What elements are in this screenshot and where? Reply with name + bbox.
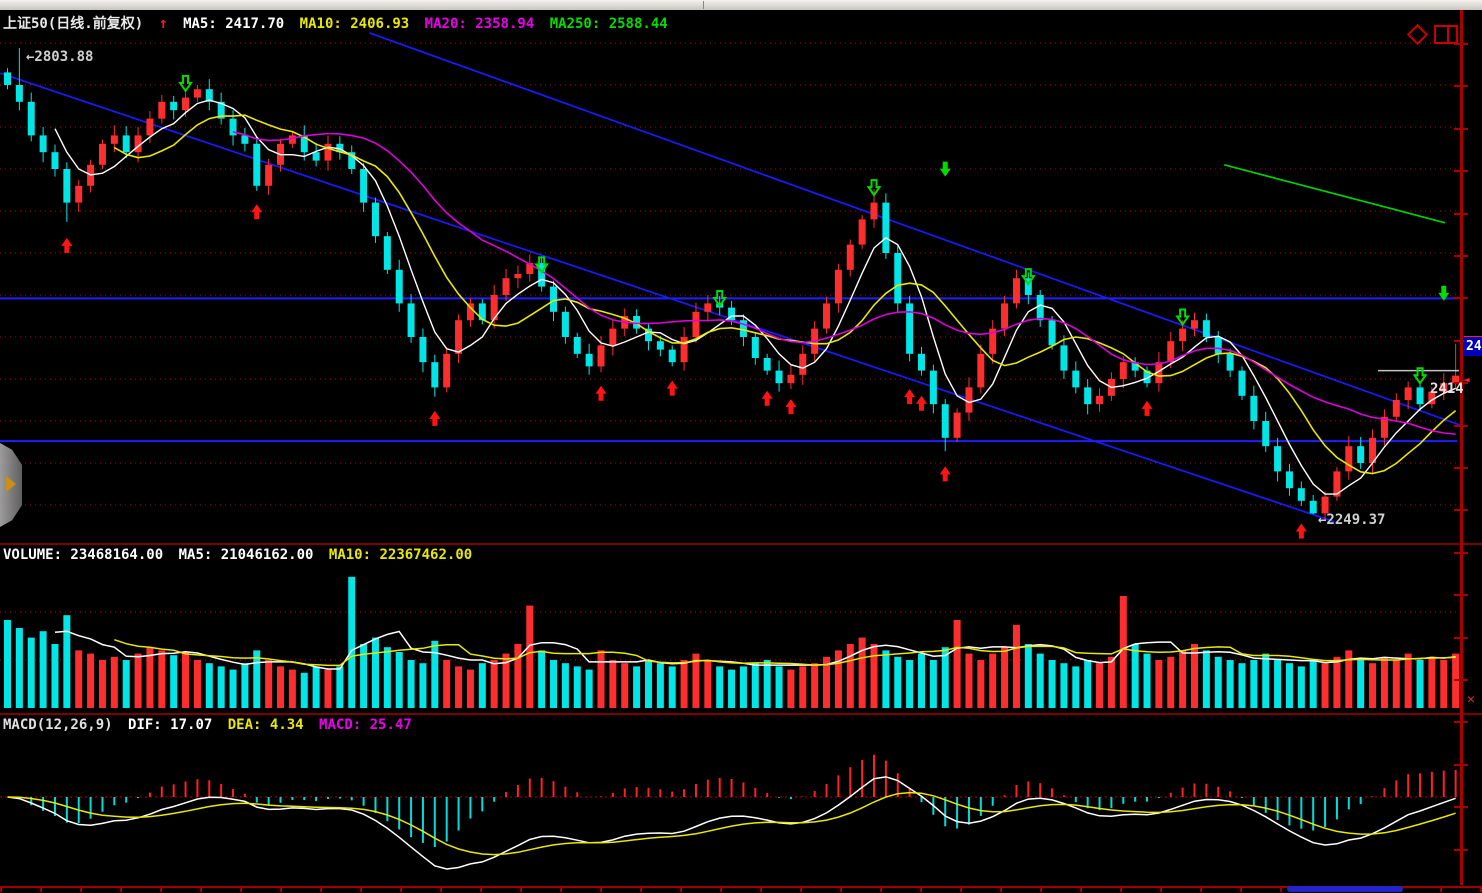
price-axis-tick (1454, 85, 1468, 87)
ma10-readout: MA10: 2406.93 (300, 16, 410, 32)
price-axis-tick (1454, 764, 1468, 766)
volume-readout: VOLUME: 23468164.00 (3, 547, 163, 563)
last-price-label: 2414 (1430, 381, 1464, 397)
strip-divider (703, 1, 704, 9)
price-axis-tick (1454, 213, 1468, 215)
close-indicator-icon[interactable]: ✕ (1467, 692, 1475, 707)
volume-ma5-readout: MA5: 21046162.00 (179, 547, 314, 563)
diamond-marker-icon[interactable] (1407, 24, 1428, 45)
instrument-title[interactable]: 上证50(日线.前复权) (3, 16, 143, 32)
price-axis-tick (1454, 679, 1468, 681)
price-axis-tick (1454, 509, 1468, 511)
expand-triangle-icon (6, 476, 16, 492)
ma5-readout: MA5: 2417.70 (183, 16, 284, 32)
low-price-label: ←2249.37 (1318, 512, 1385, 528)
main-chart-pane[interactable]: 上证50(日线.前复权) ↑ MA5: 2417.70 MA10: 2406.9… (0, 10, 1482, 543)
macd-pane[interactable]: MACD(12,26,9) DIF: 17.07 DEA: 4.34 MACD:… (0, 713, 1482, 885)
macd-readout: MACD: 25.47 (319, 717, 412, 733)
volume-canvas[interactable] (0, 547, 1482, 715)
dea-readout: DEA: 4.34 (228, 717, 304, 733)
main-chart-header: 上证50(日线.前复权) ↑ MA5: 2417.70 MA10: 2406.9… (3, 13, 675, 33)
volume-pane[interactable]: VOLUME: 23468164.00 MA5: 21046162.00 MA1… (0, 543, 1482, 713)
price-axis-tick (1454, 297, 1468, 299)
axis-pointer-icon: ◄ (1463, 373, 1470, 386)
scrollbar-thumb[interactable] (1287, 886, 1403, 892)
price-axis-tick (1454, 128, 1468, 130)
price-axis-tick (1454, 721, 1468, 723)
price-axis-tick (1454, 467, 1468, 469)
price-axis-tick (1454, 806, 1468, 808)
price-axis-tick (1454, 594, 1468, 596)
price-axis-tick (1454, 170, 1468, 172)
macd-header: MACD(12,26,9) DIF: 17.07 DEA: 4.34 MACD:… (3, 717, 419, 733)
up-arrow-icon: ↑ (159, 14, 168, 32)
macd-canvas[interactable] (0, 717, 1482, 887)
price-axis-tick (1454, 637, 1468, 639)
price-axis-tick (1454, 849, 1468, 851)
dif-readout: DIF: 17.07 (128, 717, 212, 733)
ma250-readout: MA250: 2588.44 (550, 16, 668, 32)
ma20-readout: MA20: 2358.94 (425, 16, 535, 32)
price-axis-badge: 24 (1464, 336, 1482, 356)
stock-app-screen: 上证50(日线.前复权) ↑ MA5: 2417.70 MA10: 2406.9… (0, 0, 1482, 893)
high-price-label: ←2803.88 (26, 49, 93, 65)
split-pane-icon[interactable] (1434, 25, 1458, 44)
main-chart-canvas[interactable] (0, 10, 1482, 543)
bottom-scroll-bar[interactable] (0, 885, 1482, 893)
price-axis-tick (1454, 255, 1468, 257)
macd-params-readout: MACD(12,26,9) (3, 717, 113, 733)
price-axis-tick (1454, 425, 1468, 427)
price-axis-tick (1454, 552, 1468, 554)
right-price-axis[interactable] (1460, 10, 1463, 885)
volume-header: VOLUME: 23468164.00 MA5: 21046162.00 MA1… (3, 547, 479, 563)
time-axis-ticks (0, 888, 1482, 892)
volume-ma10-readout: MA10: 22367462.00 (329, 547, 472, 563)
